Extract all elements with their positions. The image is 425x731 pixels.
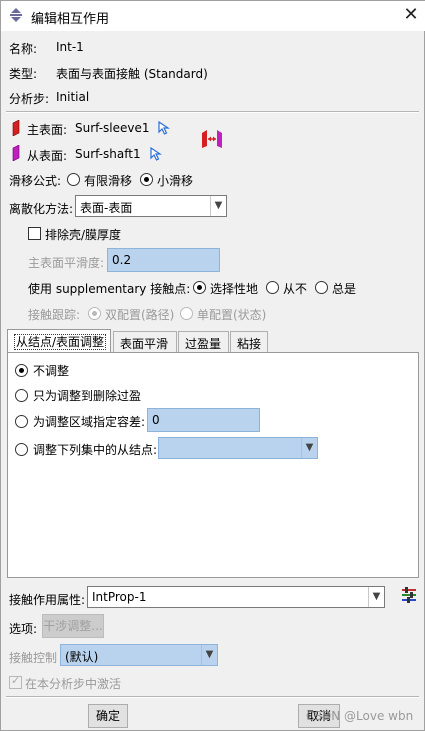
- master-surface-icon: [11, 119, 21, 139]
- master-surface-label: 主表面:: [27, 123, 68, 137]
- slave-surface-value: Surf-shaft1: [75, 147, 141, 161]
- edit-interaction-dialog: 编辑相互作用 ✕ 名称: Int-1 类型: 表面与表面接触 (Standard…: [0, 0, 425, 731]
- adjust-tolerance-label[interactable]: 为调整区域指定容差:: [33, 413, 145, 430]
- contact-property-combo[interactable]: IntProp-1 ▼: [87, 586, 385, 608]
- select-slave-cursor-icon[interactable]: [150, 146, 162, 164]
- tab-surface-smoothing[interactable]: 表面平滑: [113, 331, 177, 353]
- chevron-down-icon[interactable]: ▼: [301, 438, 317, 458]
- close-icon[interactable]: ✕: [399, 4, 423, 25]
- smoothing-label: 主表面平滑度:: [28, 256, 105, 270]
- adjust-tolerance-radio[interactable]: [15, 415, 28, 428]
- adjust-set-radio[interactable]: [15, 443, 28, 456]
- discretization-label: 离散化方法:: [9, 202, 74, 216]
- app-icon: [8, 7, 24, 23]
- step-value: Initial: [56, 90, 90, 104]
- supplementary-label: 使用 supplementary 接触点:: [28, 282, 191, 296]
- activate-label: 在本分析步中激活: [25, 677, 122, 691]
- contact-control-combo[interactable]: (默认) ▼: [60, 644, 218, 666]
- tracking-single-config-radio: [180, 307, 193, 320]
- contact-control-value: (默认): [65, 650, 99, 664]
- contact-property-value: IntProp-1: [92, 590, 147, 604]
- discretization-value: 表面-表面: [80, 201, 133, 215]
- tab-panel: 不调整 只为调整到删除过盈 为调整区域指定容差: 0 调整下列集中的从结点: ▼: [7, 352, 419, 578]
- adjust-remove-overclosure-radio[interactable]: [15, 389, 28, 402]
- options-label: 选项:: [9, 622, 38, 636]
- tab-bond[interactable]: 粘接: [230, 331, 268, 353]
- ok-button[interactable]: 确定: [88, 704, 128, 728]
- activate-checkbox: [9, 674, 22, 689]
- tab-surface-smoothing-label: 表面平滑: [120, 337, 169, 351]
- step-label: 分析步:: [9, 92, 50, 106]
- tracking-two-config-radio: [88, 307, 101, 320]
- discretization-combo[interactable]: 表面-表面 ▼: [75, 195, 227, 217]
- adjust-remove-overclosure-label[interactable]: 只为调整到删除过盈: [33, 387, 141, 404]
- supplementary-never-label[interactable]: 从不: [283, 280, 307, 297]
- interference-adjust-button: 干涉调整...: [42, 614, 104, 638]
- chevron-down-icon[interactable]: ▼: [368, 587, 384, 607]
- chevron-down-icon[interactable]: ▼: [210, 196, 226, 216]
- select-master-cursor-icon[interactable]: [158, 120, 170, 138]
- supplementary-selective-label[interactable]: 选择性地: [210, 280, 258, 297]
- small-sliding-radio[interactable]: [140, 173, 153, 186]
- supplementary-always-radio[interactable]: [315, 281, 328, 294]
- chevron-down-icon[interactable]: ▼: [201, 645, 217, 665]
- supplementary-always-label[interactable]: 总是: [332, 280, 356, 297]
- no-adjust-radio[interactable]: [15, 364, 28, 377]
- name-label: 名称:: [9, 42, 38, 56]
- exclude-shell-label[interactable]: 排除壳/膜厚度: [45, 226, 121, 243]
- adjust-set-combo[interactable]: ▼: [158, 437, 318, 459]
- no-adjust-label[interactable]: 不调整: [33, 362, 69, 379]
- tab-interference[interactable]: 过盈量: [178, 331, 229, 353]
- watermark: CSDN @Love wbn: [306, 709, 414, 723]
- slave-surface-icon: [11, 144, 21, 164]
- slave-surface-label: 从表面:: [27, 149, 68, 163]
- adjust-tolerance-input[interactable]: 0: [147, 408, 260, 432]
- finite-sliding-label[interactable]: 有限滑移: [84, 172, 132, 189]
- property-manager-icon[interactable]: [401, 586, 417, 607]
- sliding-formulation-label: 滑移公式:: [9, 174, 62, 188]
- tab-slave-adjust-label: 从结点/表面调整: [14, 334, 107, 350]
- adjust-set-label[interactable]: 调整下列集中的从结点:: [33, 441, 157, 458]
- tracking-two-config-label: 双配置(路径): [105, 308, 175, 322]
- small-sliding-label[interactable]: 小滑移: [157, 172, 193, 189]
- supplementary-selective-radio[interactable]: [193, 281, 206, 294]
- tab-interference-label: 过盈量: [185, 337, 222, 351]
- exclude-shell-checkbox[interactable]: [28, 227, 41, 240]
- master-surface-value: Surf-sleeve1: [75, 121, 150, 135]
- tab-slave-adjust[interactable]: 从结点/表面调整: [7, 329, 111, 353]
- supplementary-never-radio[interactable]: [266, 281, 279, 294]
- tracking-single-config-label: 单配置(状态): [197, 308, 267, 322]
- swap-surfaces-icon[interactable]: [201, 129, 223, 152]
- divider: [6, 111, 419, 113]
- title-bar: 编辑相互作用 ✕: [1, 1, 425, 31]
- window-title: 编辑相互作用: [31, 12, 110, 27]
- tracking-label: 接触跟踪:: [28, 308, 81, 322]
- footer-divider: [6, 696, 419, 698]
- tab-bond-label: 粘接: [237, 337, 262, 351]
- type-value: 表面与表面接触 (Standard): [56, 67, 208, 81]
- name-value: Int-1: [56, 40, 84, 54]
- smoothing-input[interactable]: 0.2: [107, 248, 220, 272]
- finite-sliding-radio[interactable]: [67, 173, 80, 186]
- type-label: 类型:: [9, 67, 38, 81]
- contact-property-label: 接触作用属性:: [9, 593, 86, 607]
- contact-control-label: 接触控制: [9, 651, 58, 665]
